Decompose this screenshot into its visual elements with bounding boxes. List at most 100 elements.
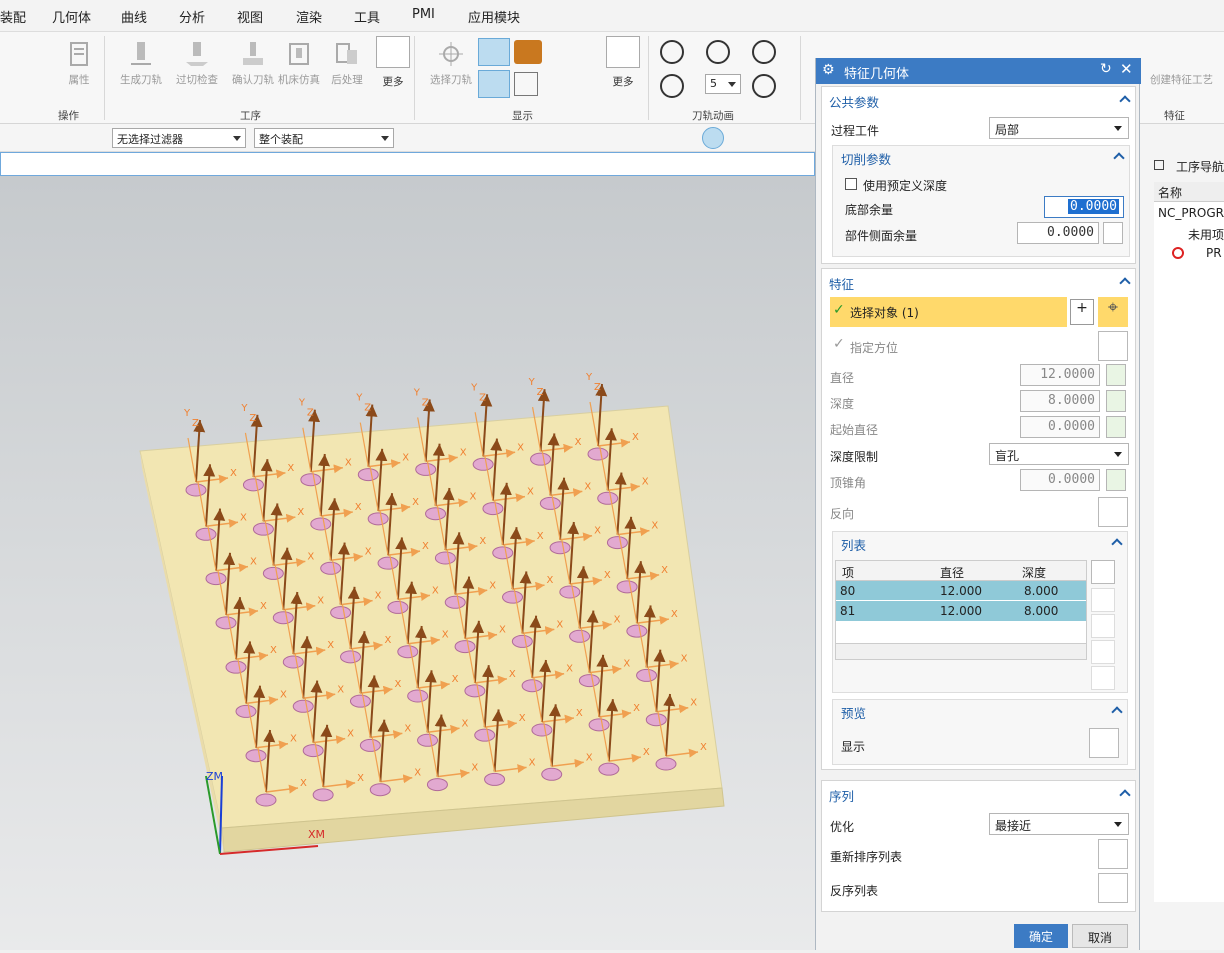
list-header[interactable]: 列表 — [841, 535, 866, 554]
move-up-button[interactable] — [1091, 614, 1115, 638]
menu-tools[interactable]: 工具 — [354, 7, 380, 26]
optimize-select[interactable]: 最接近 — [989, 813, 1129, 835]
hole-x-label: X — [470, 492, 477, 503]
hole-y-label: Y — [585, 372, 593, 383]
lock-icon[interactable] — [1103, 222, 1123, 244]
common-params-header[interactable]: 公共参数 — [829, 92, 879, 111]
part-model[interactable]: XYZXYZXYZXYZXYZXYZXYZXYZX X X X X X X XX X X X X X X X… — [0, 176, 815, 950]
more-operations-label: 更多 — [382, 76, 404, 88]
snap-point-icon[interactable] — [702, 127, 724, 149]
step-forward-button[interactable] — [752, 74, 776, 98]
floor-stock-input[interactable]: 0.0000 — [1044, 196, 1124, 218]
lock-icon[interactable] — [1106, 416, 1126, 438]
navigator-pin-icon[interactable] — [1154, 160, 1164, 170]
hole-x-label: X — [575, 437, 582, 448]
reset-icon[interactable]: ↻ — [1100, 61, 1112, 77]
lock-icon[interactable] — [1106, 364, 1126, 386]
start-diameter-label: 起始直径 — [830, 423, 879, 437]
reverse-list-button[interactable] — [1098, 873, 1128, 903]
hole-marker — [282, 655, 304, 669]
type-filter-value: 无选择过滤器 — [117, 133, 183, 146]
display-toolpath-button[interactable] — [478, 38, 510, 66]
depth-limit-value: 盲孔 — [995, 449, 1020, 463]
reorder-list-button[interactable] — [1098, 839, 1128, 869]
close-icon[interactable]: ✕ — [1120, 60, 1133, 78]
reverse-direction-button[interactable] — [1098, 497, 1128, 527]
add-new-set-button[interactable]: + — [1070, 299, 1094, 325]
hole-x-label: X — [671, 609, 678, 620]
chevron-up-icon[interactable] — [1113, 152, 1125, 164]
rewind-button[interactable] — [660, 40, 684, 64]
feature-header[interactable]: 特征 — [829, 274, 854, 293]
preview-group: 预览 显示 — [832, 699, 1128, 765]
graphics-viewport[interactable]: XYZXYZXYZXYZXYZXYZXYZXYZXXXXXXXXXXXXXXXX… — [0, 176, 815, 950]
create-feature-process-label[interactable]: 创建特征工艺 — [1150, 72, 1224, 87]
tip-angle-input[interactable]: 0.0000 — [1020, 469, 1100, 491]
chevron-up-icon[interactable] — [1119, 95, 1131, 107]
select-toolpath-button[interactable]: 选择刀轨 — [416, 40, 486, 87]
table-horizontal-scrollbar[interactable] — [836, 643, 1086, 659]
hole-z-label: Z — [364, 403, 371, 414]
chevron-up-icon[interactable] — [1119, 789, 1131, 801]
hole-marker — [245, 749, 267, 763]
chevron-up-icon[interactable] — [1119, 277, 1131, 289]
display-tool-button[interactable] — [514, 40, 542, 64]
orientation-csys-button[interactable] — [1098, 331, 1128, 361]
type-filter-select[interactable]: 无选择过滤器 — [112, 128, 246, 148]
menu-pmi[interactable]: PMI — [412, 7, 435, 22]
play-button[interactable] — [752, 40, 776, 64]
cut-params-header[interactable]: 切削参数 — [841, 149, 891, 168]
move-bottom-button[interactable] — [1091, 666, 1115, 690]
pause-button[interactable] — [706, 40, 730, 64]
diameter-input[interactable]: 12.0000 — [1020, 364, 1100, 386]
menu-application[interactable]: 应用模块 — [468, 7, 520, 26]
move-down-button[interactable] — [1091, 640, 1115, 664]
graphics-tab-bar[interactable] — [0, 152, 815, 176]
step-back-button[interactable] — [660, 74, 684, 98]
group-display-label: 显示 — [512, 110, 533, 122]
depth-limit-select[interactable]: 盲孔 — [989, 443, 1129, 465]
menu-analysis[interactable]: 分析 — [179, 7, 205, 26]
table-row[interactable]: 81 12.000 8.000 — [836, 601, 1086, 621]
feature-list-table: 项 直径 深度 80 12.000 8.000 81 12.000 8.000 — [835, 560, 1087, 660]
chevron-up-icon[interactable] — [1111, 706, 1123, 718]
chevron-up-icon[interactable] — [1111, 538, 1123, 550]
diameter-value: 12.0000 — [1040, 367, 1095, 382]
menu-curve[interactable]: 曲线 — [121, 7, 147, 26]
hole-marker — [464, 684, 486, 698]
animation-speed-select[interactable]: 5 — [705, 74, 741, 94]
display-list-button[interactable] — [514, 72, 538, 96]
display-toolpath-2-button[interactable] — [478, 70, 510, 98]
select-object-row[interactable]: ✓ 选择对象 (1) — [830, 297, 1067, 327]
predefined-depth-checkbox[interactable] — [845, 178, 857, 190]
navigator-column-header[interactable]: 名称 — [1154, 182, 1224, 202]
ribbon-divider — [648, 36, 649, 120]
depth-input[interactable]: 8.0000 — [1020, 390, 1100, 412]
select-toolpath-icon — [439, 42, 463, 66]
side-stock-input[interactable]: 0.0000 — [1017, 222, 1099, 244]
depth-value: 8.0000 — [1048, 393, 1095, 408]
menu-render[interactable]: 渲染 — [296, 7, 322, 26]
menu-assembly[interactable]: 装配 — [0, 7, 26, 26]
lock-icon[interactable] — [1106, 469, 1126, 491]
start-diameter-input[interactable]: 0.0000 — [1020, 416, 1100, 438]
postprocess-icon — [336, 43, 357, 64]
scope-filter-select[interactable]: 整个装配 — [254, 128, 394, 148]
hole-x-label: X — [432, 585, 439, 596]
preview-header[interactable]: 预览 — [841, 703, 866, 722]
lock-icon[interactable] — [1106, 390, 1126, 412]
menu-geometry[interactable]: 几何体 — [52, 7, 91, 26]
remove-item-button[interactable] — [1091, 560, 1115, 584]
select-crosshair-button[interactable]: ⌖ — [1098, 297, 1128, 327]
tree-item-unused[interactable]: 未用项 — [1188, 226, 1224, 243]
ok-button[interactable]: 确定 — [1014, 924, 1068, 948]
sequence-header[interactable]: 序列 — [829, 786, 854, 805]
cancel-button[interactable]: 取消 — [1072, 924, 1128, 948]
process-workpiece-select[interactable]: 局部 — [989, 117, 1129, 139]
move-top-button[interactable] — [1091, 588, 1115, 612]
table-row[interactable]: 80 12.000 8.000 — [836, 581, 1086, 601]
flashlight-preview-button[interactable] — [1089, 728, 1119, 758]
menu-view[interactable]: 视图 — [237, 7, 263, 26]
tree-item-program-root[interactable]: NC_PROGRA — [1158, 206, 1224, 220]
tree-item-program[interactable]: PR — [1206, 246, 1222, 260]
